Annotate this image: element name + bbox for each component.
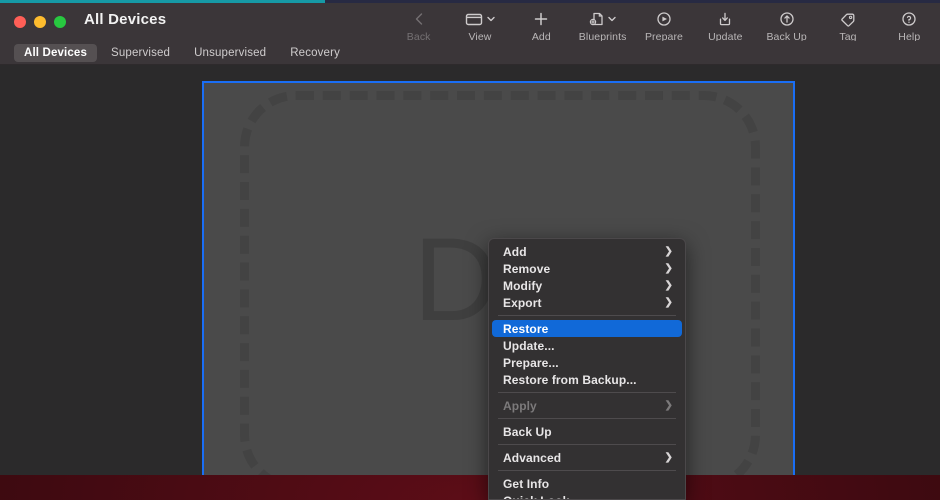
menu-item-back-up[interactable]: Back Up [489, 423, 685, 440]
toolbar-button-tag[interactable]: Tag [817, 5, 878, 43]
window-view-icon [464, 11, 484, 27]
menu-item-label: Back Up [503, 425, 673, 439]
toolbar-button-back[interactable]: Back [388, 5, 449, 43]
menu-item-apply: Apply ❯ [489, 397, 685, 414]
menu-separator [498, 418, 676, 419]
window-title: All Devices [84, 11, 166, 28]
filter-tab-bar: All Devices Supervised Unsupervised Reco… [0, 41, 940, 65]
tab-all-devices[interactable]: All Devices [14, 44, 97, 62]
arrow-up-circle-icon [778, 10, 796, 28]
traffic-light-buttons[interactable] [14, 16, 66, 28]
submenu-arrow-icon: ❯ [665, 298, 673, 308]
submenu-arrow-icon: ❯ [665, 281, 673, 291]
menu-item-label: Apply [503, 399, 665, 413]
menu-item-restore[interactable]: Restore [492, 320, 682, 337]
close-button[interactable] [14, 16, 26, 28]
chevron-down-icon [607, 11, 617, 27]
menu-item-modify[interactable]: Modify ❯ [489, 277, 685, 294]
menu-item-label: Modify [503, 279, 665, 293]
chevron-down-icon [486, 11, 496, 27]
menu-separator [498, 444, 676, 445]
plus-icon [532, 10, 550, 28]
menu-item-export[interactable]: Export ❯ [489, 294, 685, 311]
menu-item-label: Advanced [503, 451, 665, 465]
menu-separator [498, 392, 676, 393]
play-circle-icon [655, 10, 673, 28]
tab-supervised[interactable]: Supervised [101, 44, 180, 62]
chevron-left-icon [412, 10, 426, 28]
menu-item-label: Restore [503, 322, 670, 336]
menu-item-label: Prepare... [503, 356, 673, 370]
toolbar-button-help[interactable]: Help [879, 5, 940, 43]
toolbar-button-update[interactable]: Update [695, 5, 756, 43]
menu-item-label: Quick Look [503, 494, 673, 500]
menu-item-label: Add [503, 245, 665, 259]
menu-item-label: Update... [503, 339, 673, 353]
submenu-arrow-icon: ❯ [665, 401, 673, 411]
menu-item-get-info[interactable]: Get Info [489, 475, 685, 492]
tab-unsupervised[interactable]: Unsupervised [184, 44, 276, 62]
menu-item-prepare[interactable]: Prepare... [489, 354, 685, 371]
devices-content-area: DR [0, 65, 940, 475]
minimize-button[interactable] [34, 16, 46, 28]
menu-separator [498, 315, 676, 316]
submenu-arrow-icon: ❯ [665, 264, 673, 274]
toolbar-button-prepare[interactable]: Prepare [633, 5, 694, 43]
menu-item-label: Restore from Backup... [503, 373, 673, 387]
apple-configurator-window: All Devices Back View [0, 3, 940, 475]
menu-item-restore-from-backup[interactable]: Restore from Backup... [489, 371, 685, 388]
toolbar-button-back-up[interactable]: Back Up [756, 5, 817, 43]
window-titlebar: All Devices Back View [0, 3, 940, 41]
toolbar: Back View Add [388, 5, 940, 41]
submenu-arrow-icon: ❯ [665, 453, 673, 463]
toolbar-button-add[interactable]: Add [511, 5, 572, 43]
device-context-menu[interactable]: Add ❯ Remove ❯ Modify ❯ Export ❯ Restore… [488, 238, 686, 500]
question-circle-icon [900, 10, 918, 28]
toolbar-button-view[interactable]: View [449, 5, 510, 43]
menu-item-add[interactable]: Add ❯ [489, 243, 685, 260]
menu-item-label: Export [503, 296, 665, 310]
menu-item-quick-look[interactable]: Quick Look [489, 492, 685, 500]
toolbar-button-blueprints[interactable]: Blueprints [572, 5, 633, 43]
menu-item-label: Remove [503, 262, 665, 276]
menu-item-update[interactable]: Update... [489, 337, 685, 354]
tab-recovery[interactable]: Recovery [280, 44, 350, 62]
blueprint-document-icon [588, 11, 605, 27]
download-box-icon [717, 10, 733, 28]
maximize-button[interactable] [54, 16, 66, 28]
menu-item-advanced[interactable]: Advanced ❯ [489, 449, 685, 466]
menu-item-label: Get Info [503, 477, 673, 491]
tag-icon [838, 10, 858, 28]
submenu-arrow-icon: ❯ [665, 247, 673, 257]
menu-item-remove[interactable]: Remove ❯ [489, 260, 685, 277]
menu-separator [498, 470, 676, 471]
